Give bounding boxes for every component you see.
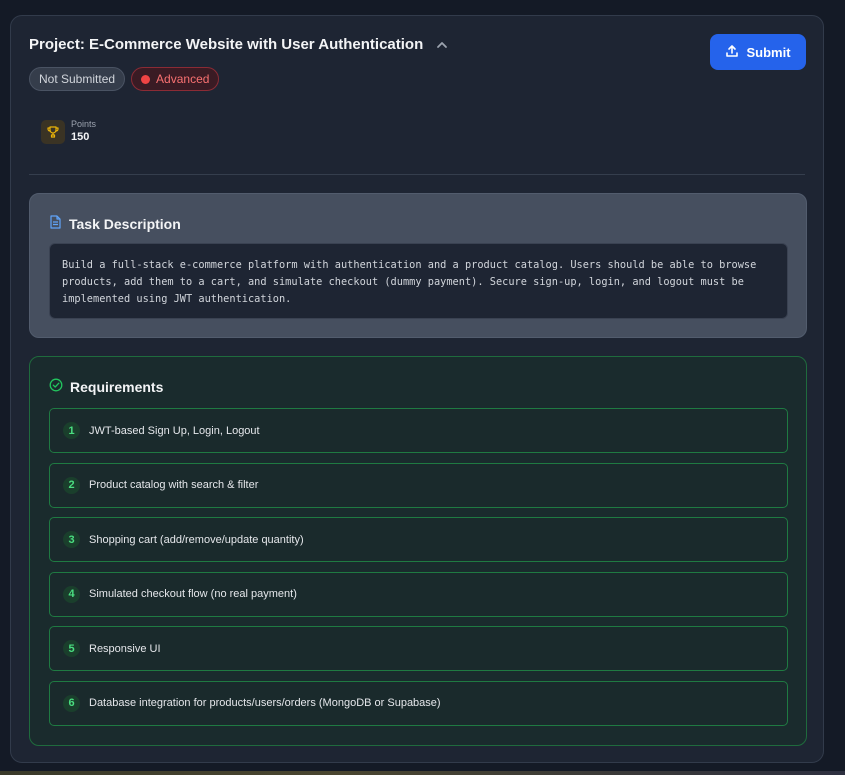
requirement-number: 3 — [63, 531, 80, 549]
requirement-item: 6 Database integration for products/user… — [49, 680, 788, 726]
requirements-title: Requirements — [70, 378, 164, 395]
status-badge: Not Submitted — [29, 67, 126, 91]
divider — [29, 174, 805, 175]
requirement-text: JWT-based Sign Up, Login, Logout — [89, 424, 260, 437]
requirement-text: Database integration for products/users/… — [89, 697, 441, 710]
requirements-list: 1 JWT-based Sign Up, Login, Logout 2 Pro… — [49, 408, 788, 736]
document-icon — [49, 215, 62, 232]
requirement-item: 5 Responsive UI — [49, 626, 788, 672]
requirement-text: Simulated checkout flow (no real payment… — [89, 588, 297, 601]
requirement-text: Product catalog with search & filter — [89, 479, 259, 492]
check-circle-icon — [49, 378, 63, 395]
requirement-number: 1 — [63, 422, 80, 439]
project-title: Project: E-Commerce Website with User Au… — [29, 36, 424, 53]
difficulty-badge: Advanced — [131, 67, 220, 91]
window-bottom-edge — [0, 771, 845, 775]
requirement-text: Responsive UI — [89, 642, 161, 655]
requirement-item: 1 JWT-based Sign Up, Login, Logout — [49, 408, 788, 453]
requirement-text: Shopping cart (add/remove/update quantit… — [89, 533, 304, 546]
submit-label: Submit — [746, 44, 791, 60]
project-header[interactable]: Project: E-Commerce Website with User Au… — [29, 36, 449, 53]
requirement-number: 6 — [63, 694, 80, 712]
task-description-title: Task Description — [69, 215, 181, 232]
trophy-icon — [41, 119, 65, 144]
requirement-item: 4 Simulated checkout flow (no real payme… — [49, 571, 788, 617]
task-description-text: Build a full-stack e-commerce platform w… — [49, 243, 788, 319]
project-card: Project: E-Commerce Website with User Au… — [10, 15, 824, 763]
points-block: Points 150 — [41, 119, 96, 144]
task-description-heading: Task Description — [49, 215, 181, 232]
submit-button[interactable]: Submit — [710, 34, 806, 70]
requirements-heading: Requirements — [49, 378, 163, 395]
requirement-number: 5 — [63, 640, 80, 658]
requirement-number: 4 — [63, 585, 80, 603]
requirement-number: 2 — [63, 476, 80, 494]
upload-icon — [725, 44, 739, 61]
difficulty-dot-icon — [141, 74, 151, 84]
difficulty-label: Advanced — [156, 72, 210, 86]
requirement-item: 2 Product catalog with search & filter — [49, 462, 788, 508]
badge-row: Not Submitted Advanced — [29, 67, 220, 91]
requirements-panel: Requirements 1 JWT-based Sign Up, Login,… — [29, 356, 807, 746]
points-value: 150 — [71, 131, 90, 143]
points-label: Points — [71, 119, 97, 129]
requirement-item: 3 Shopping cart (add/remove/update quant… — [49, 517, 788, 563]
chevron-up-icon[interactable] — [435, 38, 449, 52]
task-description-panel: Task Description Build a full-stack e-co… — [29, 193, 807, 338]
